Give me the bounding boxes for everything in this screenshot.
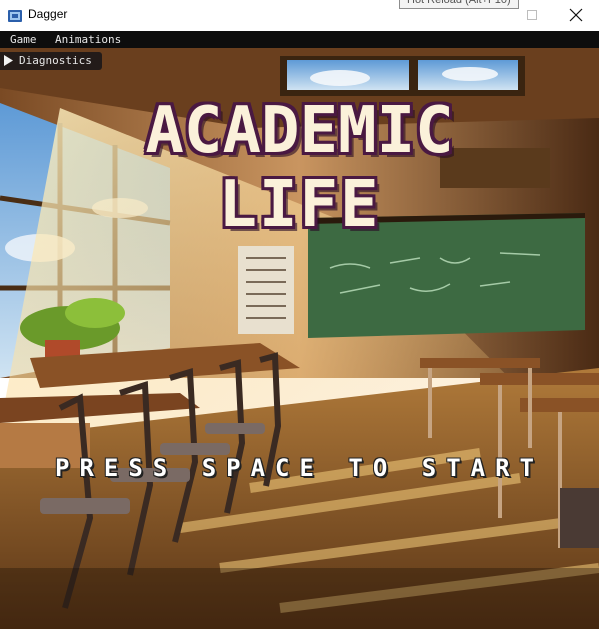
menu-game[interactable]: Game xyxy=(10,32,37,47)
game-viewport[interactable]: Diagnostics ACADEMIC LIFE PRESS SPACE TO… xyxy=(0,48,599,629)
game-window: Dagger Hot Reload (Alt+F10) Game Animati… xyxy=(0,0,599,629)
game-title-line2: LIFE xyxy=(218,168,381,242)
menu-animations[interactable]: Animations xyxy=(55,32,121,47)
game-title-line1: ACADEMIC xyxy=(145,94,454,168)
app-icon xyxy=(8,10,22,22)
maximize-icon xyxy=(527,10,537,20)
diagnostics-label: Diagnostics xyxy=(19,54,92,67)
maximize-button[interactable] xyxy=(509,0,555,31)
expand-arrow-icon xyxy=(4,55,13,66)
diagnostics-toggle[interactable]: Diagnostics xyxy=(0,52,102,70)
close-button[interactable] xyxy=(553,0,599,31)
window-title: Dagger xyxy=(28,7,68,21)
menu-bar: Game Animations xyxy=(0,31,599,48)
close-icon xyxy=(569,8,583,22)
hot-reload-tooltip: Hot Reload (Alt+F10) xyxy=(399,0,519,9)
title-bar[interactable]: Dagger Hot Reload (Alt+F10) xyxy=(0,0,599,31)
start-prompt: PRESS SPACE TO START xyxy=(55,454,544,482)
